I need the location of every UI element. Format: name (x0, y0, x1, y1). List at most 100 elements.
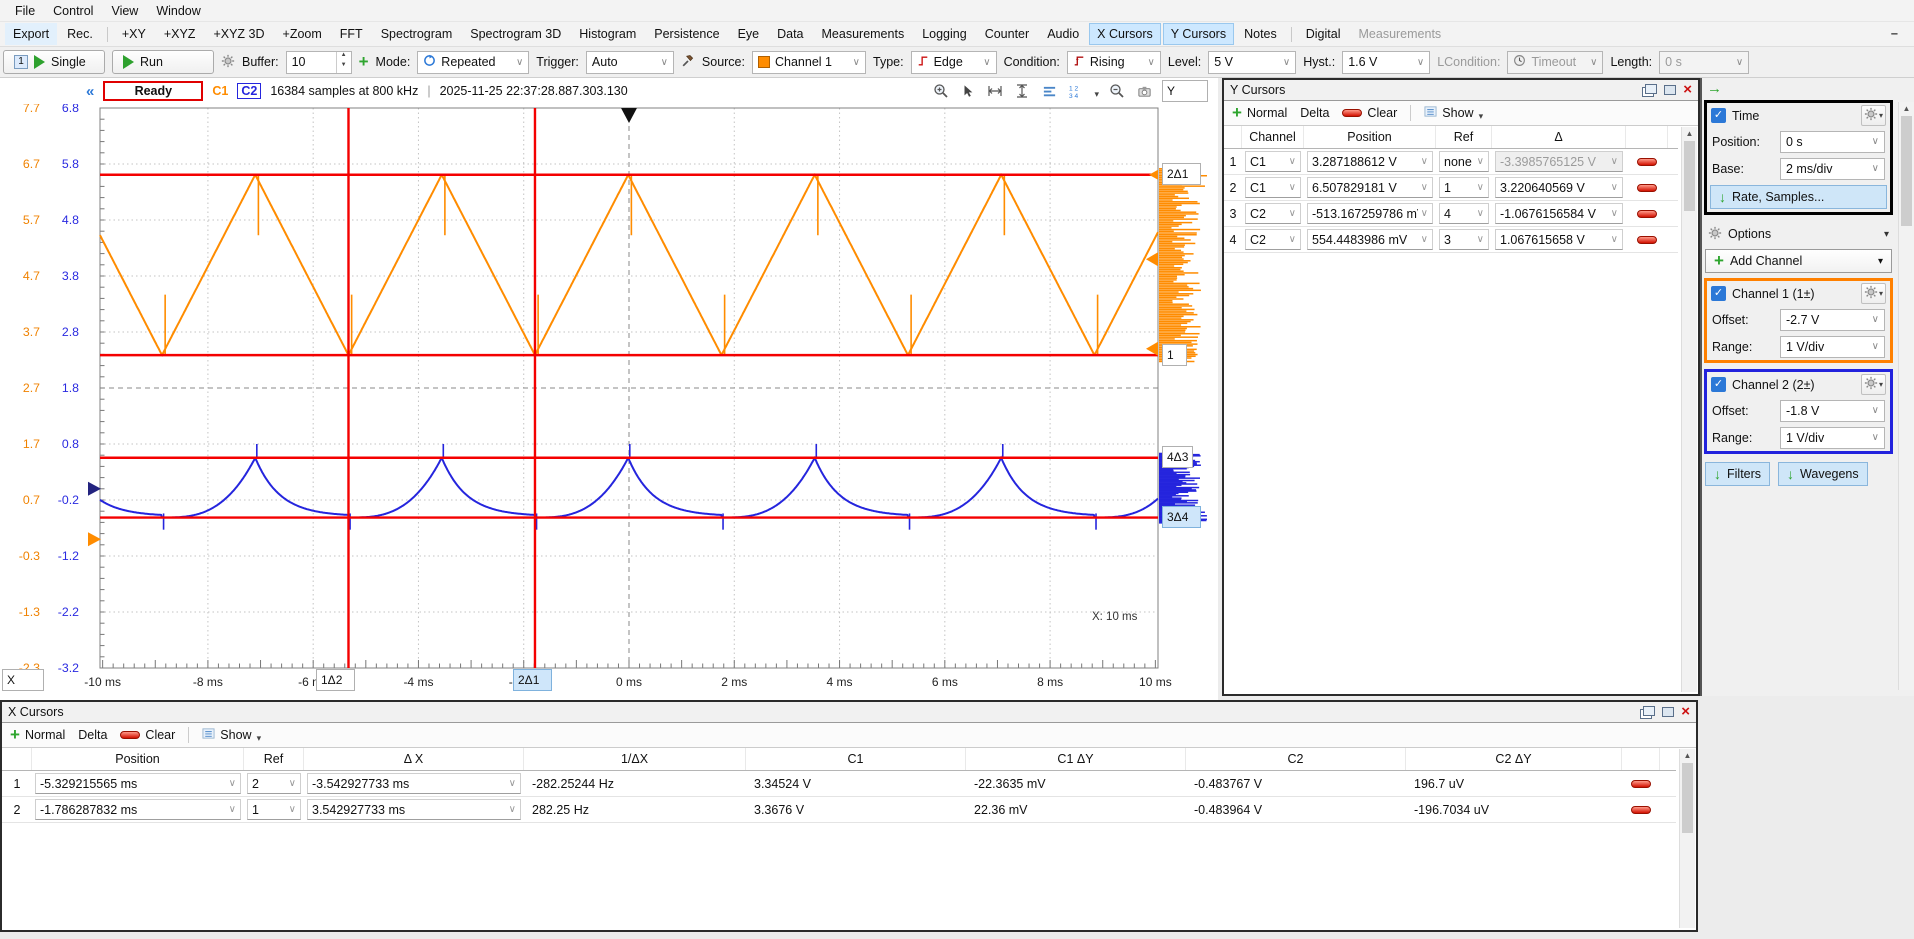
menu-window[interactable]: Window (147, 2, 209, 20)
delta-x-select[interactable]: -3.542927733 ms∨ (307, 773, 521, 794)
zoom-in-icon[interactable] (932, 82, 950, 100)
x-axis-selector[interactable]: X (2, 669, 44, 691)
ref-select[interactable]: 3∨ (1439, 229, 1489, 250)
y-axis-selector[interactable]: Y (1162, 80, 1208, 102)
menu-view[interactable]: View (102, 2, 147, 20)
close-icon[interactable]: × (1681, 707, 1690, 717)
y-cursors-scrollbar[interactable]: ▲ (1681, 127, 1697, 692)
type-select[interactable]: Edge ∨ (911, 51, 997, 74)
ref-select[interactable]: 1∨ (247, 799, 301, 820)
fit-horizontal-icon[interactable] (986, 82, 1004, 100)
y-cursors-titlebar[interactable]: Y Cursors × (1224, 80, 1698, 101)
viewbar-item-digital[interactable]: Digital (1298, 23, 1349, 45)
oscilloscope-plot[interactable]: C1 VC2 V7.76.75.74.73.72.71.70.7-0.3-1.3… (0, 104, 1218, 700)
channel1-settings-button[interactable]: ▾ (1861, 283, 1886, 304)
channel1-range-select[interactable]: 1 V/div ∨ (1780, 336, 1885, 358)
channel2-range-select[interactable]: 1 V/div ∨ (1780, 427, 1885, 449)
channel1-offset-select[interactable]: -2.7 V ∨ (1780, 309, 1885, 331)
viewbar-item--xyz-3d[interactable]: +XYZ 3D (205, 23, 272, 45)
condition-select[interactable]: Rising ∨ (1067, 51, 1161, 74)
expand-right-icon[interactable]: → (1702, 78, 1895, 99)
time-position-select[interactable]: 0 s ∨ (1780, 131, 1885, 153)
x-cursors-titlebar[interactable]: X Cursors × (2, 702, 1696, 723)
ref-select[interactable]: 1∨ (1439, 177, 1489, 198)
buffer-stepper[interactable]: 10 ▲▼ (286, 51, 352, 74)
delta-select[interactable]: 3.220640569 V∨ (1495, 177, 1623, 198)
maximize-icon[interactable] (1664, 85, 1676, 95)
delta-select[interactable]: 1.067615658 V∨ (1495, 229, 1623, 250)
viewbar-item-measurements[interactable]: Measurements (814, 23, 913, 45)
options-button[interactable]: Options ▾ (1702, 221, 1895, 247)
viewbar-item--zoom[interactable]: +Zoom (275, 23, 330, 45)
channel-select[interactable]: C2∨ (1245, 203, 1301, 224)
scrollbar-thumb[interactable] (1901, 116, 1912, 226)
remove-cursor-button[interactable] (1637, 184, 1657, 192)
sidebar-scrollbar[interactable]: ▲ (1898, 102, 1914, 690)
y-cursor4-button[interactable]: 4Δ3 (1162, 446, 1193, 468)
viewbar-item-histogram[interactable]: Histogram (571, 23, 644, 45)
clear-cursors-button[interactable]: Clear (1342, 106, 1397, 120)
show-menu-button[interactable]: Show ▾ (202, 727, 261, 743)
delta-x-select[interactable]: 3.542927733 ms∨ (307, 799, 521, 820)
maximize-icon[interactable] (1662, 707, 1674, 717)
close-icon[interactable]: × (1683, 85, 1692, 95)
remove-cursor-button[interactable] (1631, 806, 1651, 814)
menu-file[interactable]: File (6, 2, 44, 20)
show-menu-button[interactable]: Show ▾ (1424, 105, 1483, 121)
zoom-out-icon[interactable] (1108, 82, 1126, 100)
add-channel-button[interactable]: + Add Channel ▾ (1705, 249, 1892, 273)
channel2-offset-select[interactable]: -1.8 V ∨ (1780, 400, 1885, 422)
chevron-down-icon[interactable]: ▾ (1094, 89, 1099, 100)
level-select[interactable]: 5 V ∨ (1208, 51, 1296, 74)
x-cursors-scrollbar[interactable]: ▲ (1679, 749, 1695, 928)
time-checkbox[interactable]: ✓ (1711, 108, 1726, 123)
run-button[interactable]: Run (112, 50, 214, 74)
delta-select[interactable]: -3.3985765125 V∨ (1495, 151, 1623, 172)
source-select[interactable]: Channel 1 ∨ (752, 51, 866, 74)
viewbar-item-rec-[interactable]: Rec. (59, 23, 101, 45)
y-cursor3-button[interactable]: 3Δ4 (1162, 506, 1201, 528)
mode-select[interactable]: Repeated ∨ (417, 51, 529, 74)
clear-cursors-button[interactable]: Clear (120, 728, 175, 742)
channels-1234-icon[interactable]: 1 23 4 (1067, 82, 1085, 100)
single-button[interactable]: 1 Single (3, 50, 105, 74)
viewbar-item-notes[interactable]: Notes (1236, 23, 1285, 45)
remove-cursor-button[interactable] (1637, 236, 1657, 244)
levels-icon[interactable] (1040, 82, 1058, 100)
normal-cursor-button[interactable]: + Normal (1232, 106, 1287, 120)
position-select[interactable]: 6.507829181 V∨ (1307, 177, 1433, 198)
delta-select[interactable]: -1.0676156584 V∨ (1495, 203, 1623, 224)
wavegens-button[interactable]: ↓ Wavegens (1778, 462, 1868, 486)
scroll-up-icon[interactable]: ▲ (1899, 102, 1914, 115)
fit-vertical-icon[interactable] (1013, 82, 1031, 100)
ref-select[interactable]: 2∨ (247, 773, 301, 794)
channel2-badge[interactable]: C2 (237, 83, 261, 99)
pointer-tool-icon[interactable] (959, 82, 977, 100)
viewbar-item-spectrogram-3d[interactable]: Spectrogram 3D (462, 23, 569, 45)
time-base-select[interactable]: 2 ms/div ∨ (1780, 158, 1885, 180)
channel2-settings-button[interactable]: ▾ (1861, 374, 1886, 395)
collapse-left-icon[interactable]: « (86, 83, 94, 100)
time-settings-button[interactable]: ▾ (1861, 105, 1886, 126)
filters-button[interactable]: ↓ Filters (1705, 462, 1770, 486)
rate-samples-button[interactable]: ↓ Rate, Samples... (1710, 185, 1887, 209)
y-cursor1-button[interactable]: 1 (1162, 344, 1187, 366)
add-icon[interactable]: + (359, 55, 369, 69)
viewbar-item-y-cursors[interactable]: Y Cursors (1163, 23, 1234, 45)
viewbar-item-counter[interactable]: Counter (977, 23, 1037, 45)
normal-cursor-button[interactable]: + Normal (10, 728, 65, 742)
stepper-arrows-icon[interactable]: ▲▼ (336, 52, 351, 73)
position-select[interactable]: 3.287188612 V∨ (1307, 151, 1433, 172)
x-cursor1-button[interactable]: 1Δ2 (316, 669, 355, 691)
ref-select[interactable]: 4∨ (1439, 203, 1489, 224)
hammer-icon[interactable] (681, 54, 695, 71)
channel1-checkbox[interactable]: ✓ (1711, 286, 1726, 301)
remove-cursor-button[interactable] (1637, 210, 1657, 218)
viewbar-item-data[interactable]: Data (769, 23, 811, 45)
channel-select[interactable]: C1∨ (1245, 177, 1301, 198)
ref-select[interactable]: none∨ (1439, 151, 1489, 172)
trigger-select[interactable]: Auto ∨ (586, 51, 674, 74)
viewbar-item--xyz[interactable]: +XYZ (156, 23, 204, 45)
position-select[interactable]: -513.167259786 mV∨ (1307, 203, 1433, 224)
remove-cursor-button[interactable] (1631, 780, 1651, 788)
